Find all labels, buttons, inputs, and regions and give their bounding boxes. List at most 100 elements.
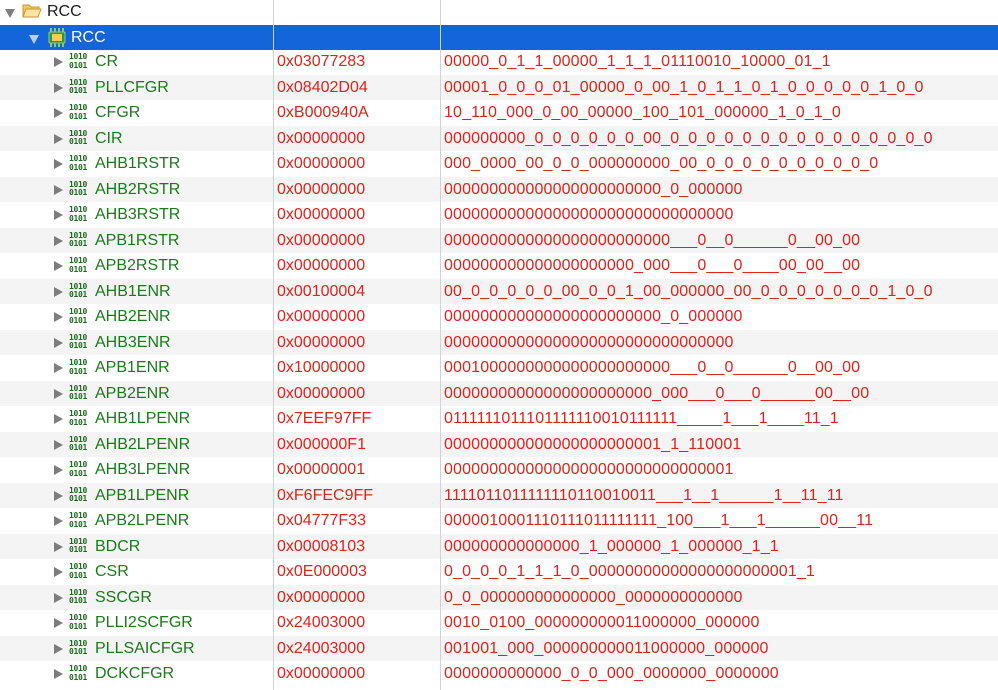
register-bit-fields: 001001_000_000000000011000000_000000 [444, 639, 769, 657]
register-row[interactable]: 1010 0101 AHB3ENR 0x00000000 000000000000000… [0, 329, 998, 355]
expand-arrow-icon[interactable] [54, 618, 63, 628]
expand-arrow-icon[interactable] [54, 235, 63, 246]
register-name-cell: 1010 0101 CIR [0, 126, 272, 152]
expand-arrow-icon[interactable] [54, 286, 63, 297]
register-name: PLLSAICFGR [95, 639, 195, 657]
register-row[interactable]: 1010 0101 APB1LPENR 0xF6FEC9FF 1111011011111… [0, 482, 998, 508]
register-row[interactable]: 1010 0101 AHB2ENR 0x00000000 000000000000000… [0, 304, 998, 330]
column-divider[interactable] [273, 0, 274, 690]
register-name: APB1LPENR [95, 486, 190, 504]
register-row[interactable]: 1010 0101 APB2LPENR 0x04777F33 0000010001110… [0, 508, 998, 534]
register-name: AHB3LPENR [95, 461, 191, 478]
register-name-cell: 1010 0101 PLLI2SCFGR [0, 610, 272, 636]
expand-arrow-icon[interactable] [54, 261, 63, 271]
register-hex-value: 0x08402D04 [277, 78, 368, 96]
expand-arrow-icon[interactable] [54, 414, 63, 424]
register-hex-value: 0x00000000 [277, 333, 366, 351]
register-row[interactable]: 1010 0101 AHB1ENR 0x00100004 00_0_0_0_0_0_00… [0, 278, 998, 304]
register-row[interactable]: 1010 0101 AHB3RSTR 0x00000000 00000000000000… [0, 202, 998, 228]
expand-arrow-icon[interactable] [54, 592, 63, 603]
register-tree: RCC RCC 1010 0101 CR 0x03077283 00000_0_1_1_… [0, 0, 998, 690]
register-hex-value: 0x10000000 [277, 359, 366, 376]
register-name: AHB1LPENR [95, 410, 191, 427]
register-name-cell: 1010 0101 AHB2RSTR [0, 177, 272, 203]
expand-arrow-icon[interactable] [54, 465, 63, 475]
expand-arrow-icon[interactable] [54, 108, 63, 118]
folder-open-icon [22, 4, 42, 18]
expand-arrow-icon[interactable] [54, 516, 63, 526]
expand-arrow-icon[interactable] [54, 643, 63, 654]
tree-cell-name: RCC [0, 25, 272, 51]
expand-arrow-icon[interactable] [54, 388, 63, 399]
expand-arrow-icon[interactable] [54, 363, 63, 373]
register-hex-value: 0xB000940A [277, 104, 369, 121]
register-binary-icon: 1010 0101 [69, 154, 88, 172]
expand-arrow-icon[interactable] [54, 82, 63, 93]
register-name: AHB3RSTR [95, 206, 181, 223]
register-row[interactable]: 1010 0101 SSCGR 0x00000000 0_0_0000000000000… [0, 584, 998, 611]
register-binary-icon: 1010 0101 [69, 511, 88, 529]
register-name: PLLI2SCFGR [95, 614, 193, 631]
expand-arrow-icon[interactable] [54, 337, 63, 348]
register-name-cell: 1010 0101 SSCGR [0, 585, 272, 611]
expand-arrow-icon[interactable] [54, 439, 63, 450]
register-row[interactable]: 1010 0101 APB1ENR 0x10000000 000100000000000… [0, 355, 998, 381]
column-divider[interactable] [440, 0, 441, 690]
expand-arrow-icon[interactable] [54, 133, 63, 144]
register-row[interactable]: 1010 0101 PLLI2SCFGR 0x24003000 0010_0100_00… [0, 610, 998, 636]
register-row[interactable]: 1010 0101 AHB2RSTR 0x00000000 00000000000000… [0, 176, 998, 203]
register-row[interactable]: 1010 0101 CIR 0x00000000 000000000_0_0_0_0_0… [0, 125, 998, 152]
register-binary-icon: 1010 0101 [69, 562, 88, 580]
register-row[interactable]: 1010 0101 CFGR 0xB000940A 10_110_000_0_00_00… [0, 100, 998, 126]
register-row[interactable]: 1010 0101 CR 0x03077283 00000_0_1_1_00000_1_… [0, 49, 998, 75]
register-binary-icon: 1010 0101 [69, 52, 88, 70]
register-row[interactable]: 1010 0101 PLLCFGR 0x08402D04 00001_0_0_0_01_… [0, 74, 998, 100]
tree-label: RCC [71, 28, 106, 46]
register-bit-fields: 0000010001110111011111111_100___1___1___… [444, 512, 874, 529]
expand-arrow-icon[interactable] [5, 9, 15, 18]
register-row[interactable]: 1010 0101 AHB1LPENR 0x7EEF97FF 0111111011101… [0, 406, 998, 432]
expand-arrow-icon[interactable] [54, 159, 63, 169]
register-name: APB1RSTR [95, 231, 180, 249]
expand-arrow-icon[interactable] [29, 34, 39, 44]
register-bit-fields: 0111111011101111110010111111_____1___1__… [444, 410, 839, 427]
tree-label: RCC [47, 3, 82, 20]
register-binary-icon: 1010 0101 [69, 638, 88, 656]
tree-row-root[interactable]: RCC [0, 0, 998, 25]
peripheral-chip-icon [48, 27, 66, 47]
register-row[interactable]: 1010 0101 DCKCFGR 0x00000000 0000000000000_0… [0, 661, 998, 687]
register-name: DCKCFGR [95, 665, 175, 682]
register-bit-fields: 000000000_0_0_0_0_0_0_00_0_0_0_0_0_0_0_0… [444, 129, 933, 147]
register-row[interactable]: 1010 0101 AHB3LPENR 0x00000001 0000000000000… [0, 457, 998, 483]
register-name-cell: 1010 0101 APB2RSTR [0, 253, 272, 279]
register-row[interactable]: 1010 0101 BDCR 0x00008103 000000000000000_1_… [0, 533, 998, 559]
tree-cell-name: RCC [0, 0, 272, 25]
expand-arrow-icon[interactable] [54, 312, 63, 322]
register-row[interactable]: 1010 0101 APB2RSTR 0x00000000 00000000000000… [0, 253, 998, 279]
register-binary-icon: 1010 0101 [69, 256, 88, 274]
register-hex-value: 0x04777F33 [277, 512, 366, 529]
expand-arrow-icon[interactable] [54, 541, 63, 552]
expand-arrow-icon[interactable] [54, 57, 63, 67]
register-row[interactable]: 1010 0101 CSR 0x0E000003 0_0_0_0_1_1_1_0_000… [0, 559, 998, 585]
tree-row-peripheral[interactable]: RCC [0, 24, 998, 51]
register-binary-icon: 1010 0101 [69, 230, 88, 248]
register-binary-icon: 1010 0101 [69, 485, 88, 503]
expand-arrow-icon[interactable] [54, 210, 63, 220]
expand-arrow-icon[interactable] [54, 669, 63, 679]
expand-arrow-icon[interactable] [54, 567, 63, 577]
register-row[interactable]: 1010 0101 AHB1RSTR 0x00000000 000_0000_00_0_… [0, 151, 998, 177]
register-name: PLLCFGR [95, 78, 169, 96]
register-row[interactable]: 1010 0101 APB1RSTR 0x00000000 00000000000000… [0, 227, 998, 253]
register-hex-value: 0x00000000 [277, 384, 366, 402]
register-name: AHB2LPENR [95, 435, 191, 453]
expand-arrow-icon[interactable] [54, 490, 63, 501]
register-bit-fields: 000_0000_00_0_0_000000000_00_0_0_0_0_0_0… [444, 155, 879, 172]
register-name-cell: 1010 0101 APB1ENR [0, 355, 272, 381]
register-row[interactable]: 1010 0101 AHB2LPENR 0x000000F1 0000000000000… [0, 431, 998, 457]
register-hex-value: 0x00000000 [277, 588, 366, 606]
register-row[interactable]: 1010 0101 APB2ENR 0x00000000 000000000000000… [0, 380, 998, 406]
expand-arrow-icon[interactable] [54, 184, 63, 195]
register-binary-icon: 1010 0101 [69, 383, 88, 401]
register-row[interactable]: 1010 0101 PLLSAICFGR 0x24003000 001001_000_0… [0, 635, 998, 661]
